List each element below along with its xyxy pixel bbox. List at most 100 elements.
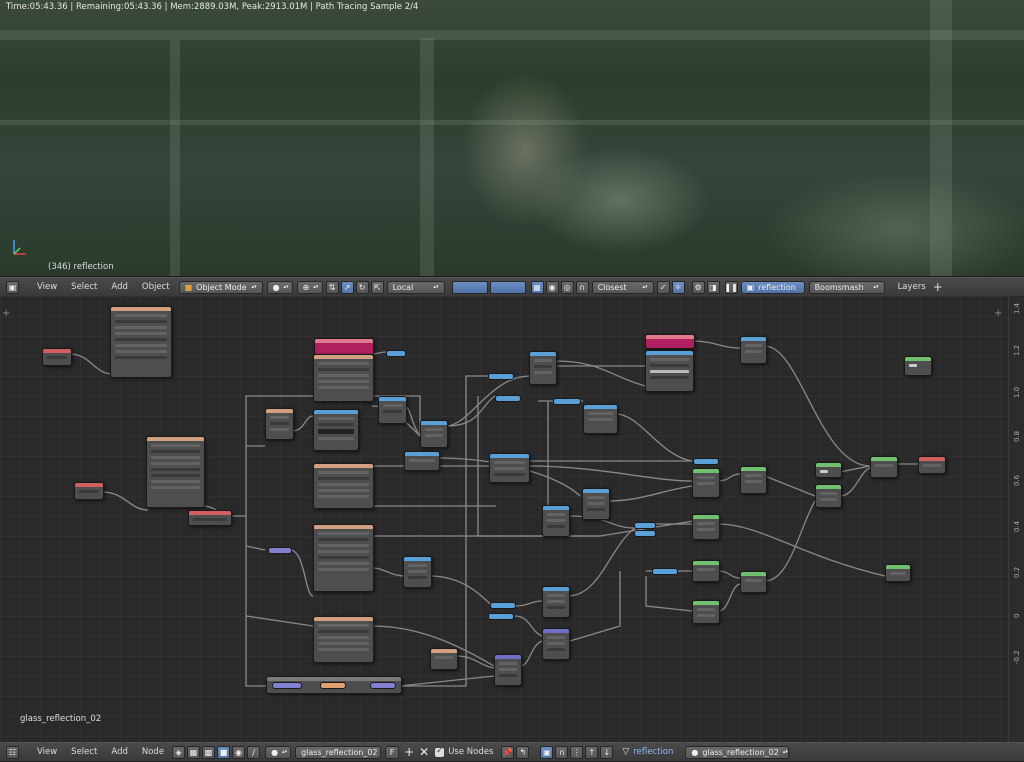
unlink-material-icon[interactable]: ✕	[419, 745, 429, 759]
snap-icon[interactable]: ∩	[555, 745, 569, 759]
node[interactable]	[542, 628, 570, 660]
node[interactable]	[313, 463, 374, 509]
node[interactable]	[430, 648, 458, 670]
material-browse[interactable]: ●	[265, 745, 292, 759]
menu-object[interactable]: Object	[135, 282, 177, 292]
snap-align-icon[interactable]: ✓	[656, 280, 670, 294]
node[interactable]	[885, 564, 911, 582]
node[interactable]	[420, 420, 448, 448]
node[interactable]	[542, 505, 570, 537]
menu-view[interactable]: View	[30, 282, 64, 292]
pause-icon[interactable]: ❚❚	[724, 280, 738, 294]
node[interactable]	[314, 338, 374, 355]
node[interactable]	[313, 354, 374, 402]
node[interactable]	[529, 351, 557, 385]
reroute-node[interactable]	[693, 458, 719, 465]
node[interactable]	[582, 488, 610, 520]
node[interactable]	[645, 350, 694, 392]
rotate-manipulator-icon[interactable]: ↻	[355, 280, 369, 294]
node[interactable]	[870, 456, 898, 478]
node[interactable]	[904, 356, 932, 376]
magnet-snap-icon[interactable]: ∩	[575, 280, 589, 294]
node[interactable]	[692, 468, 720, 498]
menu-select[interactable]: Select	[64, 282, 104, 292]
paste-nodes-icon[interactable]: ↓	[600, 745, 614, 759]
texture-tree-icon[interactable]: ▩	[202, 745, 216, 759]
layers-group-2[interactable]	[489, 280, 526, 294]
new-material-icon[interactable]: +	[404, 745, 414, 759]
object-shader-icon[interactable]: ■	[217, 745, 231, 759]
pivot-point-select[interactable]: ⊕	[296, 280, 323, 294]
use-nodes-checkbox[interactable]: Use Nodes	[435, 746, 493, 757]
node[interactable]	[313, 409, 359, 451]
reroute-node[interactable]	[488, 613, 514, 620]
menu-node[interactable]: Node	[135, 747, 171, 757]
node[interactable]	[110, 306, 172, 378]
node[interactable]	[74, 482, 104, 500]
node[interactable]	[404, 451, 440, 471]
material-slot-select[interactable]: ● glass_reflection_02	[685, 745, 790, 759]
copy-nodes-icon[interactable]: ↑	[585, 745, 599, 759]
parent-tree-icon[interactable]: ↰	[516, 745, 530, 759]
reroute-node[interactable]	[495, 395, 521, 402]
node[interactable]	[188, 510, 232, 526]
menu-add[interactable]: Add	[104, 282, 134, 292]
reroute-node[interactable]	[553, 398, 581, 405]
reroute-node[interactable]	[370, 682, 396, 689]
node[interactable]	[494, 654, 522, 686]
node[interactable]	[740, 466, 767, 494]
render-icon[interactable]: ⚛	[671, 280, 685, 294]
reroute-node[interactable]	[652, 568, 678, 575]
node[interactable]	[265, 408, 294, 440]
snap-target-select[interactable]: Closest	[591, 280, 654, 294]
node[interactable]	[692, 600, 720, 624]
node[interactable]	[740, 336, 767, 364]
proportional-edit-icon[interactable]: ◎	[560, 280, 574, 294]
backdrop-icon[interactable]: ▣	[540, 745, 554, 759]
linestyle-icon[interactable]: ∕	[247, 745, 261, 759]
node[interactable]	[583, 404, 618, 434]
world-shader-icon[interactable]: ◉	[232, 745, 246, 759]
layers-group-1[interactable]	[451, 280, 488, 294]
render-layer-select[interactable]: Boomsmash	[808, 280, 885, 294]
opengl-anim-icon[interactable]: ◨	[706, 280, 720, 294]
compositing-tree-icon[interactable]: ▦	[187, 745, 201, 759]
node[interactable]	[815, 484, 842, 508]
node[interactable]	[403, 556, 432, 588]
node[interactable]	[692, 560, 720, 582]
scale-manipulator-icon[interactable]: ⇱	[370, 280, 384, 294]
node[interactable]	[542, 586, 570, 618]
node[interactable]	[918, 456, 946, 474]
manipulator-icon[interactable]: ⇅	[325, 280, 339, 294]
menu-view[interactable]: View	[30, 747, 64, 757]
viewport-shading-select[interactable]: ●	[266, 280, 293, 294]
node[interactable]	[146, 436, 205, 508]
translate-manipulator-icon[interactable]: ↗	[340, 280, 354, 294]
mode-select[interactable]: ■ Object Mode	[178, 280, 263, 294]
lock-layer-icon[interactable]: ▦	[530, 280, 544, 294]
add-icon[interactable]: +	[933, 280, 943, 294]
node[interactable]	[489, 453, 530, 483]
scene-field[interactable]: ▣ reflection	[740, 280, 805, 294]
reroute-node[interactable]	[488, 373, 514, 380]
material-name-field[interactable]: glass_reflection_02	[295, 745, 382, 759]
reroute-node[interactable]	[272, 682, 302, 689]
reroute-node[interactable]	[634, 530, 656, 537]
node[interactable]	[815, 462, 842, 478]
editor-type-icon[interactable]: ▣	[6, 280, 19, 294]
editor-type-icon[interactable]: ☷	[6, 745, 19, 759]
node[interactable]	[313, 524, 374, 592]
reroute-node[interactable]	[386, 350, 406, 357]
snap-element-icon[interactable]: ⋮	[570, 745, 584, 759]
shader-tree-icon[interactable]: ◈	[172, 745, 186, 759]
reroute-node[interactable]	[634, 522, 656, 529]
transform-orientation-select[interactable]: Local	[386, 280, 445, 294]
node[interactable]	[42, 348, 72, 366]
fake-user-button[interactable]: F	[385, 745, 400, 759]
node[interactable]	[378, 396, 407, 424]
node[interactable]	[692, 514, 720, 540]
reroute-node[interactable]	[320, 682, 346, 689]
render-preview-icon[interactable]: ◉	[545, 280, 559, 294]
reroute-node[interactable]	[268, 547, 292, 554]
pin-icon[interactable]: 📌	[501, 745, 515, 759]
